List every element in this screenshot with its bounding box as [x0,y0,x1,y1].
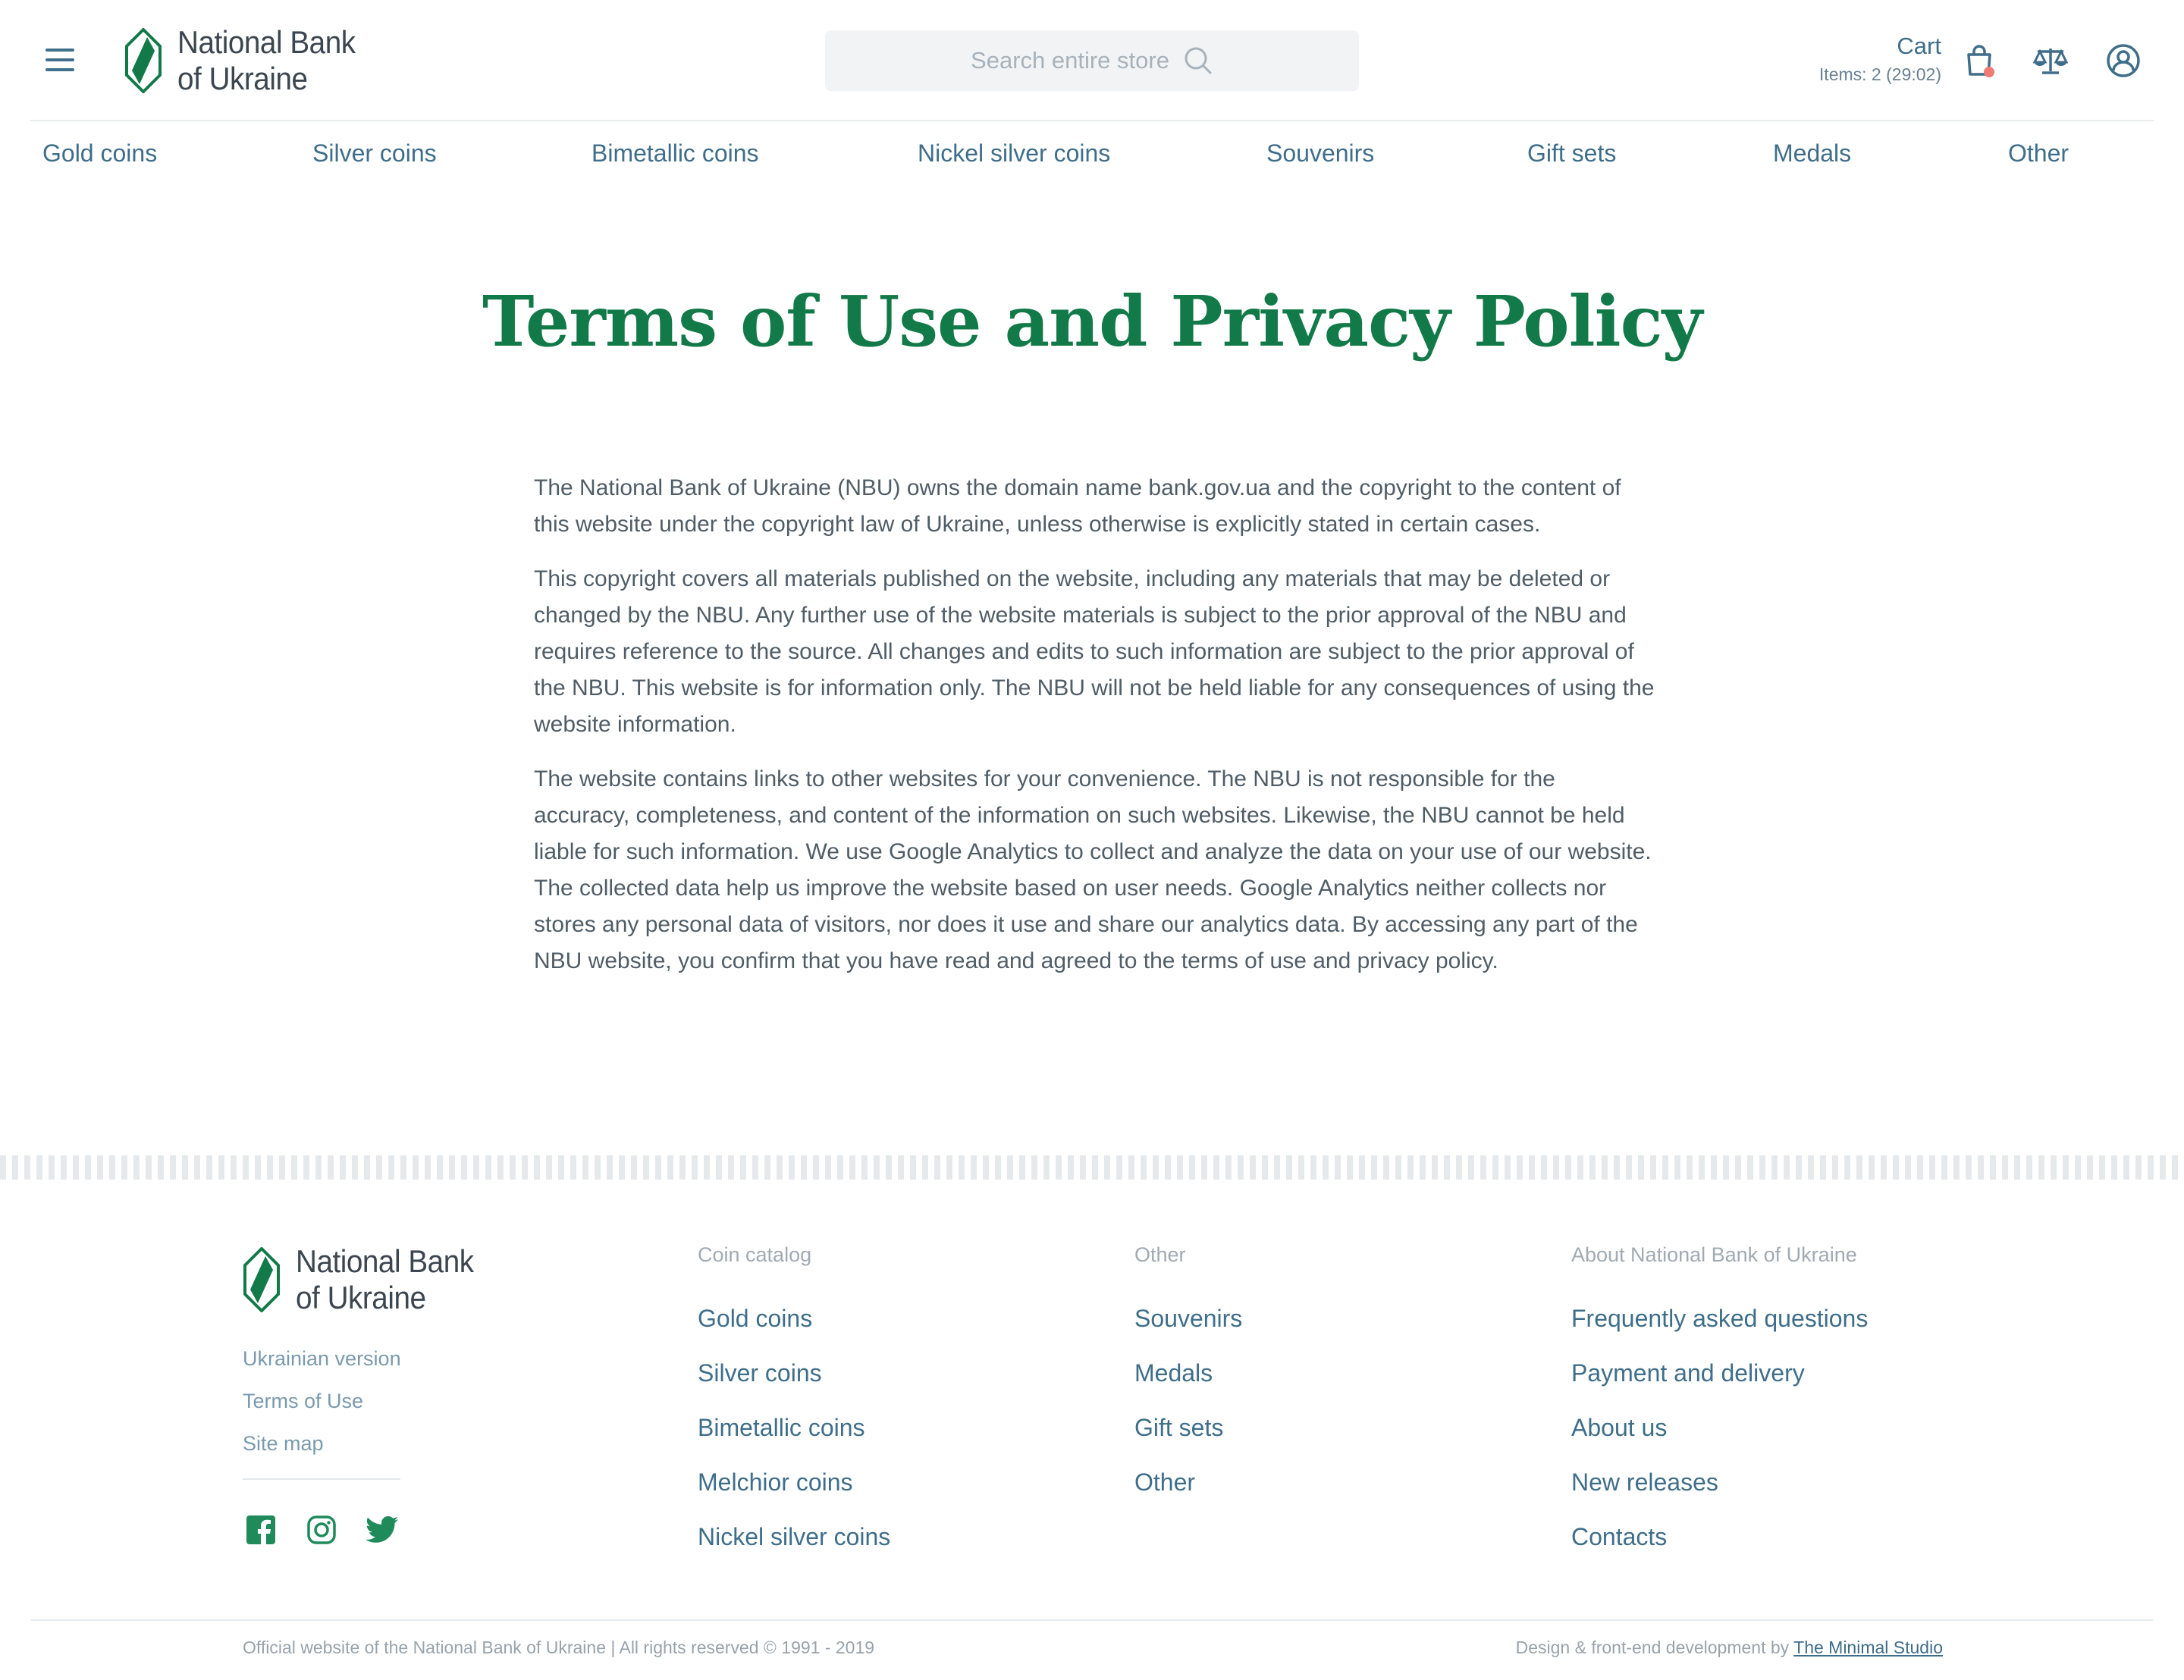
shopping-bag-icon[interactable] [1961,42,1997,79]
nav-item-bimetallic-coins[interactable]: Bimetallic coins [592,139,759,168]
footer-column-heading: Coin catalog [698,1243,812,1266]
policy-content: The National Bank of Ukraine (NBU) owns … [534,470,1656,998]
logo-line1: National Bank [296,1243,474,1279]
twitter-icon[interactable] [366,1513,399,1547]
search-placeholder: Search entire store [971,47,1169,74]
footer-link-contacts[interactable]: Contacts [1571,1509,1868,1564]
footer-link-new-releases[interactable]: New releases [1571,1455,1868,1509]
footer-column-heading: Other [1134,1243,1186,1266]
footer-link-payment-delivery[interactable]: Payment and delivery [1571,1346,1868,1400]
footer-column-heading: About National Bank of Ukraine [1571,1243,1857,1266]
cart-summary[interactable]: Cart Items: 2 (29:02) [1819,32,1941,85]
footer-link-melchior-coins[interactable]: Melchior coins [698,1455,890,1509]
menu-icon[interactable] [46,49,76,71]
footer-link-bimetallic-coins[interactable]: Bimetallic coins [698,1400,890,1455]
category-nav: Gold coins Silver coins Bimetallic coins… [42,139,2143,173]
nbu-logo-icon [124,28,162,94]
user-account-icon[interactable] [2105,42,2142,79]
footer-column-other: Other Souvenirs Medals Gift sets Other [1134,1243,1242,1509]
site-header: National Bank of Ukraine Search entire s… [30,0,2154,121]
footer-column-coin-catalog: Coin catalog Gold coins Silver coins Bim… [698,1243,890,1564]
cart-items-count: Items: 2 (29:02) [1818,64,1941,85]
instagram-icon[interactable] [305,1513,338,1547]
nav-item-medals[interactable]: Medals [1773,139,1851,168]
logo-line2: of Ukraine [296,1280,426,1316]
nbu-logo-icon [243,1247,281,1313]
cart-notification-dot [1984,67,1994,77]
terms-of-use-link[interactable]: Terms of Use [243,1380,401,1422]
footer-bottom-divider [30,1619,2154,1621]
cart-title: Cart [1897,33,1941,59]
ukrainian-version-link[interactable]: Ukrainian version [243,1337,401,1380]
search-input[interactable]: Search entire store [825,30,1359,91]
search-icon[interactable] [1183,45,1213,76]
nav-item-gift-sets[interactable]: Gift sets [1527,139,1616,168]
design-credit: Design & front-end development by The Mi… [1516,1638,1943,1658]
logo-line2: of Ukraine [177,61,308,97]
footer-link-gift-sets[interactable]: Gift sets [1134,1400,1242,1455]
policy-paragraph: This copyright covers all materials publ… [534,566,1655,737]
footer-logo[interactable]: National Bank of Ukraine [243,1243,489,1317]
site-logo[interactable]: National Bank of Ukraine [124,24,371,98]
footer-link-silver-coins[interactable]: Silver coins [698,1346,890,1400]
footer-separator [243,1478,400,1480]
minimal-studio-link[interactable]: The Minimal Studio [1793,1638,1943,1657]
footer-divider-strip [0,1155,2184,1180]
policy-paragraph: The website contains links to other webs… [534,766,1652,973]
page-title: Terms of Use and Privacy Policy [482,281,1702,362]
site-map-link[interactable]: Site map [243,1422,401,1465]
footer-link-gold-coins[interactable]: Gold coins [698,1291,890,1346]
footer-link-nickel-silver-coins[interactable]: Nickel silver coins [698,1509,890,1564]
footer-link-about-us[interactable]: About us [1571,1400,1868,1455]
footer-column-about: About National Bank of Ukraine Frequentl… [1571,1243,1868,1564]
social-links [244,1513,426,1547]
nav-item-souvenirs[interactable]: Souvenirs [1266,139,1374,168]
footer-link-other[interactable]: Other [1134,1455,1242,1509]
logo-line1: National Bank [177,24,356,60]
facebook-icon[interactable] [244,1513,278,1547]
copyright-text: Official website of the National Bank of… [243,1638,875,1657]
policy-paragraph: The National Bank of Ukraine (NBU) owns … [534,475,1621,537]
compare-scale-icon[interactable] [2032,42,2069,79]
nav-item-other[interactable]: Other [2008,139,2069,168]
credit-prefix: Design & front-end development by [1515,1638,1790,1657]
footer-utility-links: Ukrainian version Terms of Use Site map [243,1337,401,1465]
footer-link-souvenirs[interactable]: Souvenirs [1134,1291,1242,1346]
nav-item-nickel-silver-coins[interactable]: Nickel silver coins [918,139,1110,168]
footer-link-medals[interactable]: Medals [1134,1346,1242,1400]
nav-item-silver-coins[interactable]: Silver coins [312,139,437,168]
footer-link-faq[interactable]: Frequently asked questions [1571,1291,1868,1346]
nav-item-gold-coins[interactable]: Gold coins [42,139,157,168]
